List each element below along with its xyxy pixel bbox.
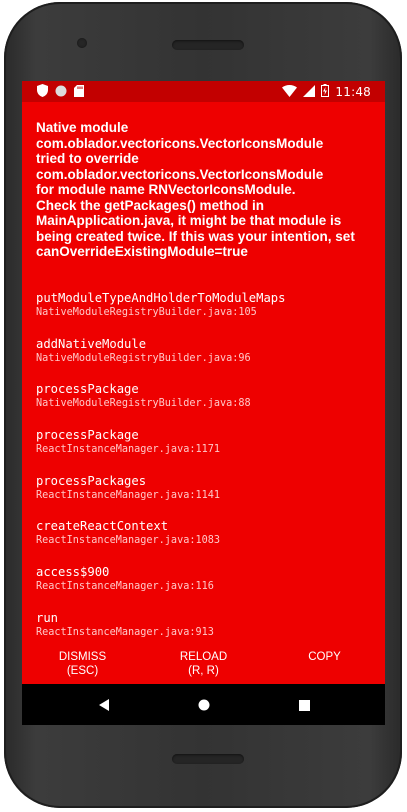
dismiss-button-shortcut: (ESC) — [66, 665, 99, 677]
error-message-line: com.oblador.vectoricons.VectorIconsModul… — [36, 135, 324, 151]
bottom-speaker — [172, 754, 244, 764]
back-icon[interactable] — [94, 695, 114, 715]
battery-icon — [321, 84, 330, 100]
reload-button-shortcut: (R, R) — [188, 665, 219, 677]
stack-frame-method: createReactContext — [36, 519, 169, 534]
wifi-icon — [282, 84, 298, 100]
dismiss-button[interactable]: DISMISS (ESC) — [22, 650, 143, 684]
error-message-line: being created twice. If this was your in… — [36, 228, 355, 244]
circle-icon — [55, 85, 67, 100]
stack-frame[interactable]: addNativeModule NativeModuleRegistryBuil… — [36, 336, 376, 382]
stack-frame-location: ReactInstanceManager.java:1141 — [36, 489, 221, 501]
navigation-bar — [22, 684, 385, 725]
stack-trace-list[interactable]: putModuleTypeAndHolderToModuleMaps Nativ… — [36, 290, 376, 638]
stack-frame-location: ReactInstanceManager.java:116 — [36, 581, 214, 593]
stack-frame[interactable]: createReactContext ReactInstanceManager.… — [36, 518, 376, 564]
device-screen: 11:48 Native module com.oblador.vectoric… — [22, 81, 385, 725]
error-message-line: com.oblador.vectoricons.VectorIconsModul… — [36, 166, 324, 182]
sd-card-icon — [74, 84, 84, 100]
redbox-error-screen: Native module com.oblador.vectoricons.Ve… — [22, 102, 385, 684]
dismiss-button-label: DISMISS — [58, 651, 107, 663]
stack-frame-method: processPackages — [36, 473, 147, 488]
stack-frame[interactable]: access$900 ReactInstanceManager.java:116 — [36, 564, 376, 610]
stack-frame[interactable]: processPackages ReactInstanceManager.jav… — [36, 473, 376, 519]
stack-frame-method: run — [36, 610, 59, 625]
home-icon[interactable] — [194, 695, 214, 715]
stack-frame-location: ReactInstanceManager.java:913 — [36, 626, 214, 638]
stack-frame[interactable]: putModuleTypeAndHolderToModuleMaps Nativ… — [36, 290, 376, 336]
stack-frame-method: processPackage — [36, 428, 139, 443]
error-message: Native module com.oblador.vectoricons.Ve… — [36, 120, 376, 260]
signal-icon — [303, 84, 316, 100]
status-bar: 11:48 — [22, 81, 385, 102]
stack-frame[interactable]: processPackage ReactInstanceManager.java… — [36, 427, 376, 473]
copy-button-label: COPY — [308, 651, 341, 663]
stack-frame[interactable]: processPackage NativeModuleRegistryBuild… — [36, 381, 376, 427]
recents-icon[interactable] — [294, 695, 314, 715]
front-camera — [77, 38, 87, 48]
stack-frame-location: NativeModuleRegistryBuilder.java:96 — [36, 352, 251, 364]
stack-frame-method: access$900 — [36, 565, 110, 580]
stack-frame-location: NativeModuleRegistryBuilder.java:105 — [36, 307, 257, 318]
emulator-frame: 11:48 Native module com.oblador.vectoric… — [0, 0, 407, 812]
stack-frame-method: putModuleTypeAndHolderToModuleMaps — [36, 291, 286, 305]
error-message-line: canOverrideExistingModule=true — [36, 244, 248, 259]
error-message-line: Check the getPackages() method in — [36, 197, 265, 213]
stack-frame-method: processPackage — [36, 382, 139, 397]
error-message-line: tried to override — [36, 151, 139, 166]
error-message-line: for module name RNVectorIconsModule. — [36, 182, 296, 197]
error-message-line: MainApplication.java, it might be that m… — [36, 213, 342, 228]
redbox-button-bar: DISMISS (ESC) RELOAD (R, R) COPY — [22, 650, 385, 684]
stack-frame-location: ReactInstanceManager.java:1171 — [36, 444, 221, 456]
copy-button[interactable]: COPY — [264, 650, 385, 684]
stack-frame-location: NativeModuleRegistryBuilder.java:88 — [36, 398, 251, 410]
shield-icon — [37, 84, 48, 100]
reload-button-label: RELOAD — [179, 651, 228, 663]
status-time: 11:48 — [335, 85, 371, 99]
stack-frame-method: addNativeModule — [36, 336, 147, 351]
earpiece-speaker — [172, 40, 244, 50]
error-message-line: Native module — [36, 120, 129, 135]
reload-button[interactable]: RELOAD (R, R) — [143, 650, 264, 684]
stack-frame[interactable]: run ReactInstanceManager.java:913 — [36, 610, 376, 638]
stack-frame-location: ReactInstanceManager.java:1083 — [36, 535, 221, 547]
